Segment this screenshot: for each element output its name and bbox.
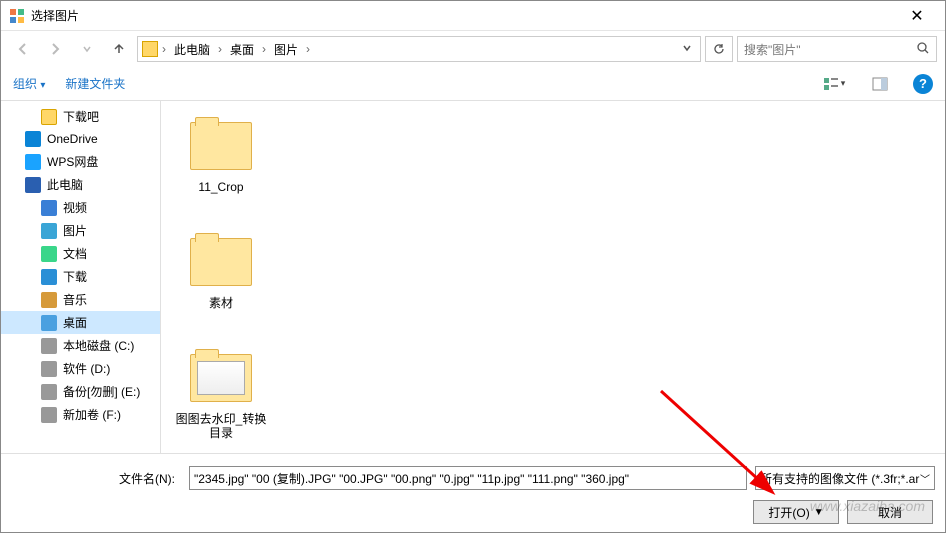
open-button[interactable]: 打开(O)▼ [753,500,839,524]
breadcrumb-dropdown[interactable] [678,42,696,56]
chevron-right-icon: › [262,42,266,56]
sidebar-item-label: 本地磁盘 (C:) [63,337,134,354]
file-grid[interactable]: 11_Crop素材图图去水印_转换目录00 (复制).JPG00.JPG00.p… [161,101,945,453]
filename-label: 文件名(N): [11,470,181,487]
sidebar-item[interactable]: 软件 (D:) [1,357,160,380]
file-name: 11_Crop [198,180,243,194]
filetype-filter[interactable]: 所有支持的图像文件 (*.3fr;*.ari ﹀ [755,466,935,490]
folder-icon [41,109,57,125]
folder-icon [182,232,260,292]
help-button[interactable]: ? [913,74,933,94]
cloud2-icon [25,154,41,170]
chevron-down-icon: ﹀ [920,471,930,486]
breadcrumb-item[interactable]: 此电脑 [170,39,214,60]
main-area: 下载吧 OneDrive WPS网盘此电脑视频图片文档下载音乐桌面本地磁盘 (C:)… [1,101,945,453]
sidebar-item-label: OneDrive [47,132,98,146]
file-tile[interactable]: 11_Crop [167,109,275,225]
recent-dropdown[interactable] [73,36,101,62]
sidebar-item-label: 此电脑 [47,176,83,193]
up-button[interactable] [105,36,133,62]
folder-icon [182,348,260,408]
sidebar-item[interactable]: OneDrive [1,128,160,150]
chevron-down-icon: ▼ [814,507,824,518]
titlebar: 选择图片 ✕ [1,1,945,31]
sidebar-item-label: 视频 [63,199,87,216]
desk-icon [41,315,57,331]
folder-icon [142,41,158,57]
file-name: 素材 [209,296,233,310]
view-button[interactable]: ▾ [821,73,847,95]
search-icon [916,41,930,58]
toolbar: 组织 ▾ 新建文件夹 ▾ ? [1,67,945,101]
doc-icon [41,246,57,262]
sidebar-item-label: 新加卷 (F:) [63,406,121,423]
refresh-button[interactable] [705,36,733,62]
new-folder-button[interactable]: 新建文件夹 [65,75,125,92]
sidebar-item[interactable]: WPS网盘 [1,150,160,173]
vid-icon [41,200,57,216]
file-tile[interactable]: 图图去水印_转换目录 [167,341,275,453]
window-title: 选择图片 [31,7,897,24]
file-tile[interactable]: 素材 [167,225,275,341]
back-button[interactable] [9,36,37,62]
search-placeholder: 搜索"图片" [744,41,916,58]
search-input[interactable]: 搜索"图片" [737,36,937,62]
breadcrumb-item[interactable]: 图片 [270,39,302,60]
bottom-bar: 文件名(N): 所有支持的图像文件 (*.3fr;*.ari ﹀ 打开(O)▼ … [1,453,945,534]
sidebar-item[interactable]: 文档 [1,242,160,265]
sidebar: 下载吧 OneDrive WPS网盘此电脑视频图片文档下载音乐桌面本地磁盘 (C:)… [1,101,161,453]
organize-button[interactable]: 组织 ▾ [13,75,45,92]
app-icon [9,8,25,24]
sidebar-item[interactable]: 下载吧 [1,105,160,128]
nav-tree: 下载吧 OneDrive WPS网盘此电脑视频图片文档下载音乐桌面本地磁盘 (C:)… [1,105,160,426]
filename-input[interactable] [189,466,747,490]
file-name: 图图去水印_转换目录 [171,412,271,441]
close-button[interactable]: ✕ [897,6,937,26]
sidebar-item[interactable]: 本地磁盘 (C:) [1,334,160,357]
cancel-button[interactable]: 取消 [847,500,933,524]
sidebar-item[interactable]: 图片 [1,219,160,242]
cloud-icon [25,131,41,147]
sidebar-item-label: 图片 [63,222,87,239]
disk-icon [41,338,57,354]
sidebar-item-label: WPS网盘 [47,153,98,170]
sidebar-item[interactable]: 视频 [1,196,160,219]
chevron-down-icon: ▾ [40,80,45,91]
breadcrumb[interactable]: › 此电脑 › 桌面 › 图片 › [137,36,701,62]
dl-icon [41,269,57,285]
pc-icon [25,177,41,193]
sidebar-item[interactable]: 桌面 [1,311,160,334]
sidebar-item-label: 备份[勿删] (E:) [63,383,140,400]
sidebar-item-label: 下载吧 [63,108,99,125]
chevron-right-icon: › [218,42,222,56]
chevron-right-icon: › [306,42,310,56]
pic-icon [41,223,57,239]
sidebar-item[interactable]: 音乐 [1,288,160,311]
folder-icon [182,116,260,176]
sidebar-item-label: 音乐 [63,291,87,308]
sidebar-item-label: 软件 (D:) [63,360,110,377]
disk-icon [41,361,57,377]
disk-icon [41,407,57,423]
filter-text: 所有支持的图像文件 (*.3fr;*.ari [760,470,920,487]
sidebar-item[interactable]: 备份[勿删] (E:) [1,380,160,403]
chevron-right-icon: › [162,42,166,56]
sidebar-item[interactable]: 下载 [1,265,160,288]
disk-icon [41,384,57,400]
sidebar-item[interactable]: 新加卷 (F:) [1,403,160,426]
sidebar-item-label: 下载 [63,268,87,285]
preview-pane-button[interactable] [867,73,893,95]
sidebar-item[interactable]: 此电脑 [1,173,160,196]
navbar: › 此电脑 › 桌面 › 图片 › 搜索"图片" [1,31,945,67]
music-icon [41,292,57,308]
forward-button[interactable] [41,36,69,62]
sidebar-item-label: 文档 [63,245,87,262]
breadcrumb-item[interactable]: 桌面 [226,39,258,60]
sidebar-item-label: 桌面 [63,314,87,331]
